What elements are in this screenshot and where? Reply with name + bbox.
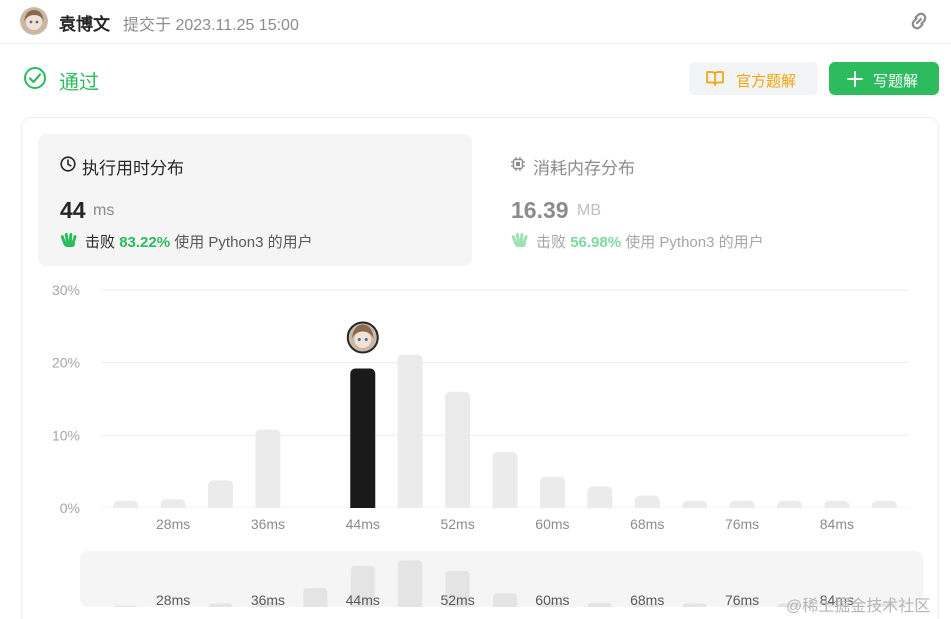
overview-bar [682,603,707,607]
submitted-prefix: 提交于 [123,17,172,34]
x-tick-label: 76ms [725,516,759,532]
bar[interactable] [492,452,518,512]
overview-bar [114,605,138,607]
overview-x-tick-label: 76ms [725,592,759,607]
x-tick-label: 52ms [440,516,474,532]
chip-icon [511,157,525,171]
runtime-value: 44 [60,197,86,223]
overview-x-tick-label: 68ms [630,592,664,607]
overview-x-tick-label: 60ms [535,592,569,607]
official-solution-label: 官方题解 [736,73,797,90]
overview-bar [493,593,517,607]
bar[interactable] [255,429,281,512]
submission-header: 袁博文 提交于 2023.11.25 15:00 [0,0,951,44]
avatar-image [20,7,48,35]
book-icon [706,71,724,86]
y-tick-label: 0% [60,500,80,516]
runtime-title: 执行用时分布 [82,159,184,178]
beat-rest: 使用 Python3 的用户 [625,234,764,251]
overview-bar [208,603,233,607]
x-tick-label: 28ms [156,516,190,532]
clapping-hands-icon [511,233,528,247]
overview-x-tick-label: 36ms [251,592,285,607]
runtime-beat-percent: 83.22% [119,234,171,251]
write-solution-label: 写题解 [873,73,919,90]
x-tick-label: 36ms [251,516,285,532]
watermark: @稀土掘金技术社区 [786,598,931,615]
x-tick-label: 84ms [820,516,854,532]
user-avatar[interactable] [20,7,48,35]
y-tick-label: 20% [52,355,80,371]
memory-beat-text: 击败 56.98% 使用 Python3 的用户 [536,231,764,252]
memory-panel[interactable]: 消耗内存分布 16.39 MB 击败 56.98% 使用 Python3 的用户 [510,134,930,266]
memory-title: 消耗内存分布 [533,159,635,178]
runtime-panel[interactable]: 执行用时分布 44 ms 击败 83.22% 使用 Python3 的用户 [38,134,472,266]
runtime-unit: ms [93,202,115,219]
username[interactable]: 袁博文 [59,10,110,35]
baseline-mask [102,508,908,514]
overview-x-tick-label: 44ms [346,592,380,607]
link-icon[interactable] [905,9,933,33]
bar-highlighted[interactable] [350,368,376,512]
bar[interactable] [539,476,565,512]
x-tick-label: 68ms [630,516,664,532]
submission-time: 提交于 2023.11.25 15:00 [123,11,299,35]
bar[interactable] [445,391,471,512]
y-tick-label: 30% [52,282,80,298]
beat-word: 击败 [85,234,116,251]
x-tick-label: 44ms [346,516,380,532]
x-tick-label: 60ms [535,516,569,532]
plus-icon [847,71,863,87]
write-solution-button[interactable]: 写题解 [829,62,939,95]
runtime-distribution-chart[interactable]: 0% 10% 20% 30% 28ms 36ms 44ms 52ms 60ms 68ms 76ms 8… [40,280,920,542]
overview-bar [303,588,328,607]
user-avatar-marker [346,321,379,354]
status-accepted: 通过 [59,72,99,94]
memory-value: 16.39 [511,197,569,223]
bar[interactable] [397,354,423,512]
y-tick-label: 10% [52,427,80,443]
submitted-time-value: 2023.11.25 15:00 [175,17,299,34]
clapping-hands-icon [60,233,77,247]
clock-icon [60,156,76,172]
memory-unit: MB [577,202,601,219]
overview-bar [398,560,423,607]
runtime-beat-text: 击败 83.22% 使用 Python3 的用户 [85,231,313,252]
bar[interactable] [208,480,234,512]
overview-bar [587,602,612,607]
check-circle-icon [24,67,46,89]
official-solution-button[interactable]: 官方题解 [689,62,818,95]
beat-rest: 使用 Python3 的用户 [174,234,313,251]
beat-word: 击败 [536,234,567,251]
overview-x-tick-label: 52ms [440,592,474,607]
overview-x-tick-label: 28ms [156,592,190,607]
memory-beat-percent: 56.98% [570,234,622,251]
